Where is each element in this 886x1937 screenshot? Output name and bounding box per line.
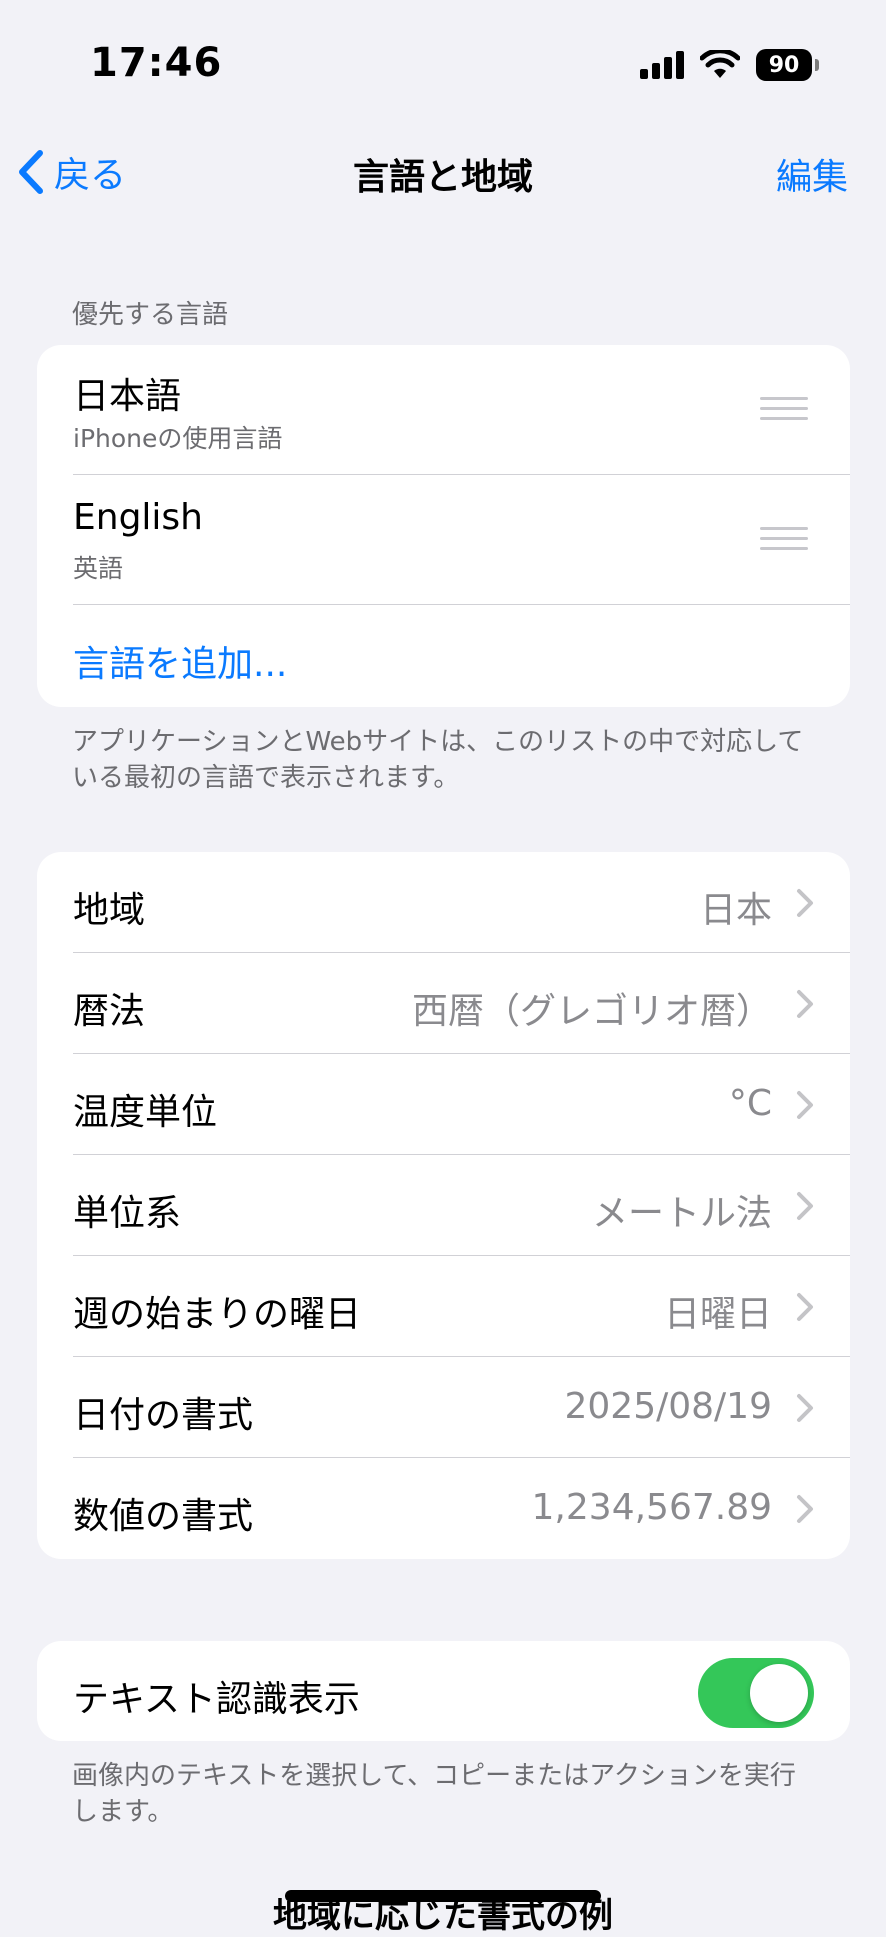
language-name: 日本語 bbox=[73, 376, 182, 417]
settings-value: 日本 bbox=[699, 890, 772, 931]
settings-row-number-format[interactable]: 数値の書式 1,234,567.89 bbox=[37, 1458, 850, 1559]
wifi-icon bbox=[700, 50, 740, 78]
settings-label: 地域 bbox=[73, 890, 146, 931]
settings-row-first-weekday[interactable]: 週の始まりの曜日 日曜日 bbox=[37, 1256, 850, 1357]
chevron-right-icon bbox=[797, 1293, 813, 1321]
preferred-languages-group: 日本語 iPhoneの使用言語 English 英語 言語を追加... bbox=[37, 345, 850, 707]
language-row-english[interactable]: English 英語 bbox=[37, 475, 850, 605]
battery-icon: 90 bbox=[756, 49, 819, 81]
language-name: English bbox=[73, 497, 203, 538]
status-icons: 90 bbox=[640, 46, 819, 84]
chevron-right-icon bbox=[797, 1394, 813, 1422]
drag-handle-icon[interactable] bbox=[760, 527, 808, 551]
settings-row-measurement[interactable]: 単位系 メートル法 bbox=[37, 1155, 850, 1256]
chevron-right-icon bbox=[797, 889, 813, 917]
settings-label: 単位系 bbox=[73, 1193, 182, 1234]
live-text-toggle[interactable] bbox=[698, 1658, 814, 1728]
chevron-right-icon bbox=[797, 1495, 813, 1523]
settings-label: 数値の書式 bbox=[73, 1496, 254, 1537]
battery-level: 90 bbox=[768, 52, 800, 78]
settings-label: 暦法 bbox=[73, 991, 146, 1032]
settings-value: 1,234,567.89 bbox=[531, 1487, 772, 1528]
language-subtitle: 英語 bbox=[73, 554, 124, 583]
settings-value: 2025/08/19 bbox=[564, 1386, 773, 1427]
edit-button[interactable]: 編集 bbox=[776, 148, 848, 200]
live-text-footer: 画像内のテキストを選択して、コピーまたはアクションを実行します。 bbox=[72, 1761, 796, 1827]
status-time: 17:46 bbox=[90, 40, 223, 86]
settings-row-date-format[interactable]: 日付の書式 2025/08/19 bbox=[37, 1357, 850, 1458]
navigation-bar: 戻る 言語と地域 編集 bbox=[0, 130, 886, 210]
settings-row-temperature[interactable]: 温度単位 °C bbox=[37, 1054, 850, 1155]
languages-footer: アプリケーションとWebサイトは、このリストの中で対応している最初の言語で表示さ… bbox=[72, 727, 804, 793]
live-text-group: テキスト認識表示 bbox=[37, 1641, 850, 1741]
add-language-label: 言語を追加... bbox=[73, 644, 288, 685]
language-row-japanese[interactable]: 日本語 iPhoneの使用言語 bbox=[37, 345, 850, 475]
settings-value: 日曜日 bbox=[663, 1294, 772, 1335]
drag-handle-icon[interactable] bbox=[760, 397, 808, 421]
live-text-label: テキスト認識表示 bbox=[73, 1679, 360, 1720]
settings-row-calendar[interactable]: 暦法 西暦（グレゴリオ暦） bbox=[37, 953, 850, 1054]
region-settings-group: 地域 日本 暦法 西暦（グレゴリオ暦） 温度単位 °C 単位系 メートル法 週の… bbox=[37, 852, 850, 1559]
add-language-button[interactable]: 言語を追加... bbox=[37, 605, 850, 707]
home-indicator[interactable] bbox=[285, 1890, 601, 1902]
language-subtitle: iPhoneの使用言語 bbox=[73, 424, 283, 453]
cellular-signal-icon bbox=[640, 51, 684, 79]
settings-row-region[interactable]: 地域 日本 bbox=[37, 852, 850, 953]
status-bar: 17:46 90 bbox=[0, 0, 886, 130]
settings-value: メートル法 bbox=[591, 1193, 772, 1234]
chevron-right-icon bbox=[797, 990, 813, 1018]
settings-label: 温度単位 bbox=[73, 1092, 218, 1133]
page-title: 言語と地域 bbox=[352, 157, 533, 198]
live-text-row: テキスト認識表示 bbox=[37, 1641, 850, 1741]
settings-value: °C bbox=[728, 1083, 772, 1124]
settings-label: 日付の書式 bbox=[73, 1395, 254, 1436]
preferred-languages-header: 優先する言語 bbox=[72, 300, 229, 330]
chevron-right-icon bbox=[797, 1091, 813, 1119]
chevron-right-icon bbox=[797, 1192, 813, 1220]
settings-label: 週の始まりの曜日 bbox=[73, 1294, 362, 1335]
settings-value: 西暦（グレゴリオ暦） bbox=[411, 991, 772, 1032]
